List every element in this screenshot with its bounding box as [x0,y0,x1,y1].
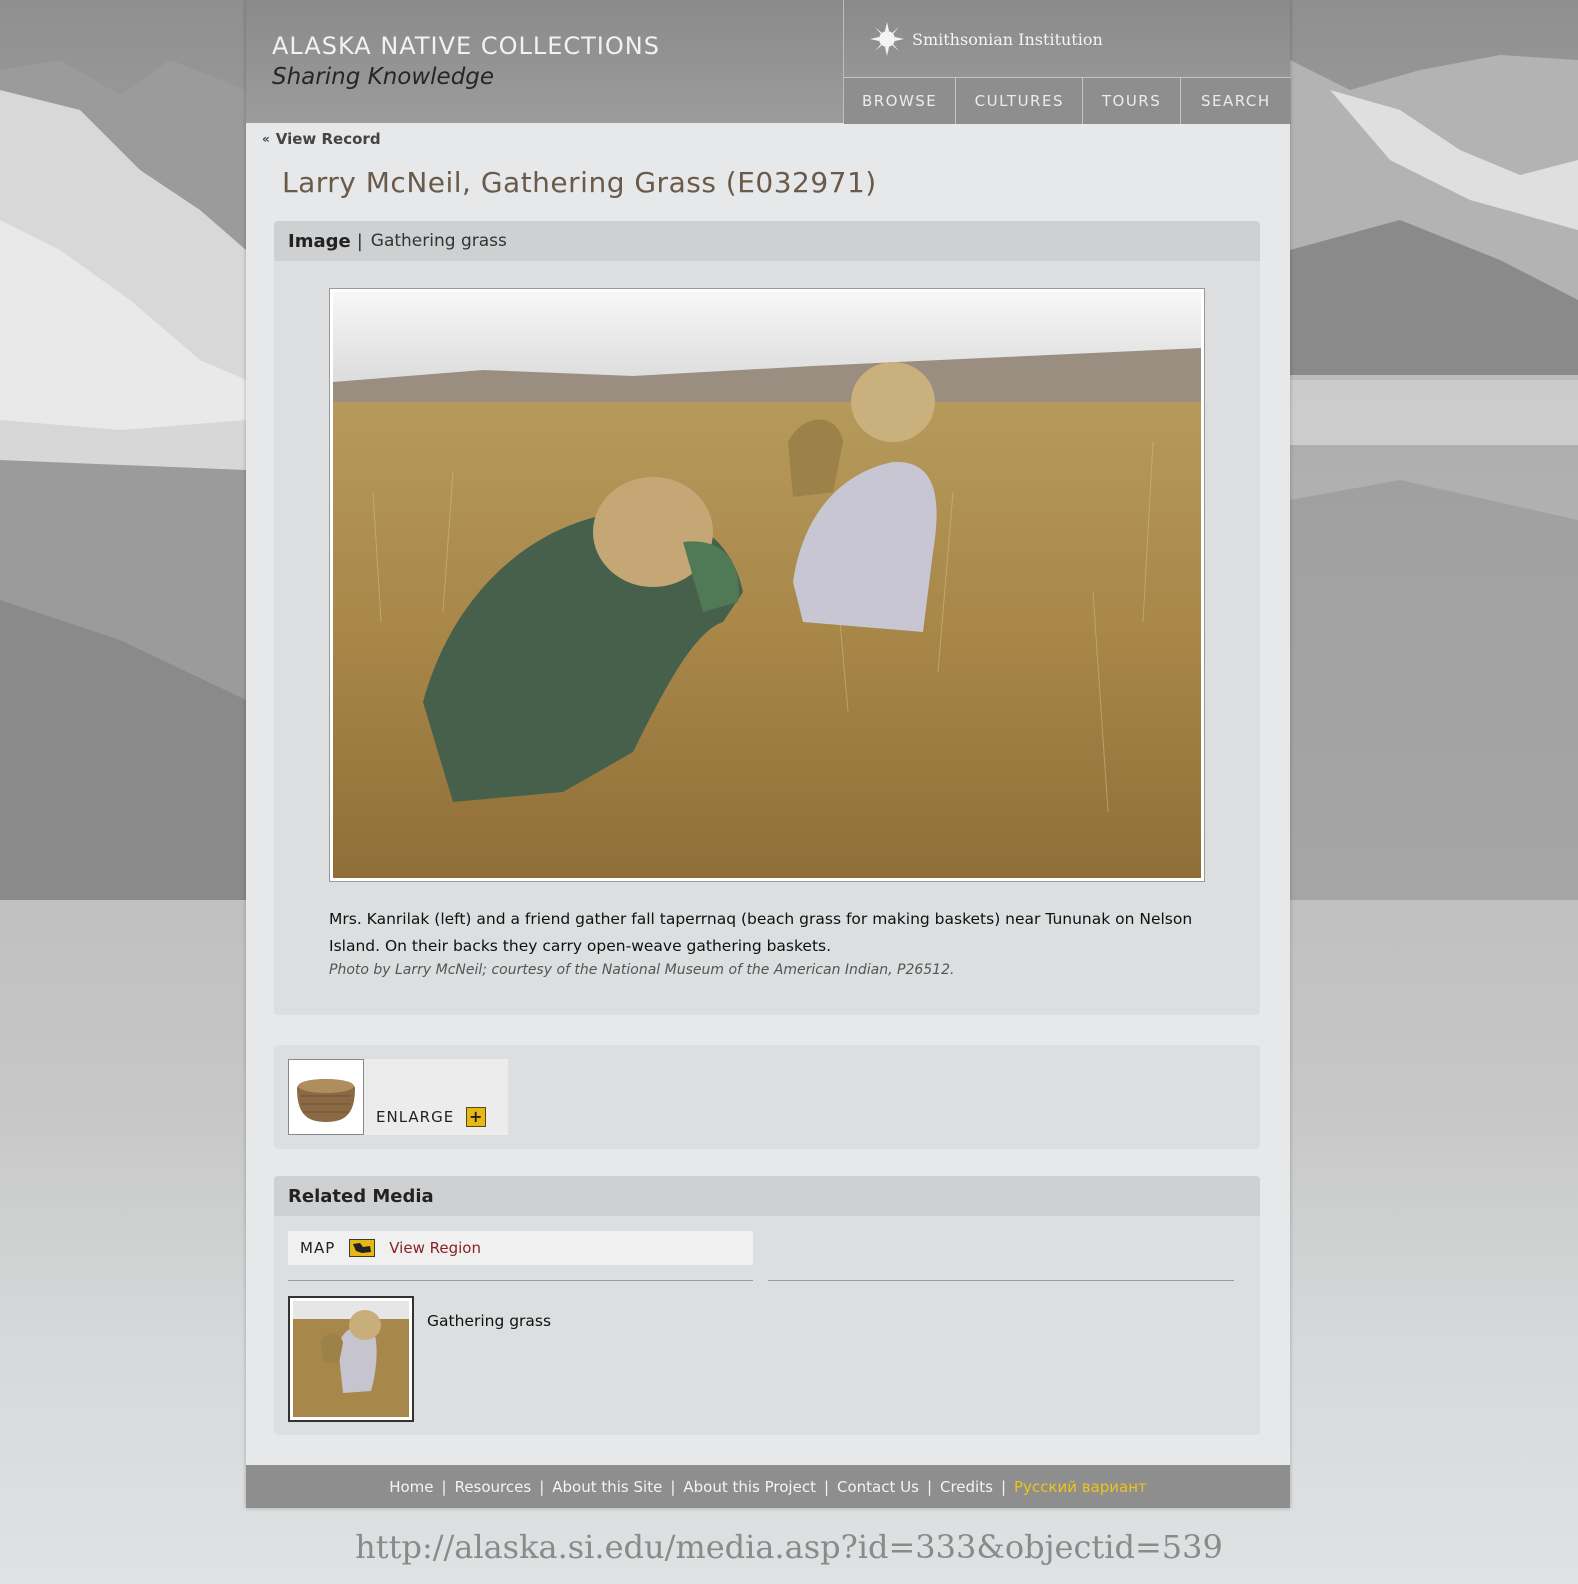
site-header: ALASKA NATIVE COLLECTIONS Sharing Knowle… [246,0,1291,124]
header-right: Smithsonian Institution BROWSE CULTURES … [843,0,1291,124]
related-media-panel: Related Media MAP View Region Gathering … [274,1176,1260,1435]
footer-separator: | [539,1477,545,1496]
footer-home[interactable]: Home [389,1478,433,1496]
footer-separator: | [926,1477,932,1496]
footer-separator: | [670,1477,676,1496]
sunburst-icon [870,22,904,56]
nav-cultures[interactable]: CULTURES [956,78,1084,124]
image-subheading: Gathering grass [370,231,507,251]
divider-left [288,1280,753,1281]
footer-resources[interactable]: Resources [455,1478,532,1496]
nav-search[interactable]: SEARCH [1180,78,1291,124]
institution-name: Smithsonian Institution [912,29,1103,49]
footer-about-site[interactable]: About this Site [552,1478,662,1496]
image-heading: Image [288,230,351,252]
footer-contact[interactable]: Contact Us [837,1478,919,1496]
footer-about-project[interactable]: About this Project [683,1478,816,1496]
image-credit: Photo by Larry McNeil; courtesy of the N… [329,962,955,978]
site-footer: Home | Resources | About this Site | Abo… [246,1465,1290,1508]
view-region-link[interactable]: View Region [389,1239,481,1257]
footer-russian-version[interactable]: Русский вариант [1014,1478,1147,1496]
site-title[interactable]: ALASKA NATIVE COLLECTIONS [272,32,660,60]
grass-field-photo [333,292,1201,878]
footer-credits[interactable]: Credits [940,1478,993,1496]
object-panel: ENLARGE + [274,1045,1260,1149]
basket-image [289,1060,363,1134]
main-photo[interactable] [329,288,1205,882]
gathering-grass-thumbnail-image [293,1301,409,1417]
divider-right [768,1280,1234,1281]
back-arrow-icon: « [262,132,270,146]
footer-separator: | [441,1477,447,1496]
image-panel: Image | Gathering grass Mrs. Kanrilak (l… [274,221,1260,1015]
footer-separator: | [1000,1477,1006,1496]
page-url-caption: http://alaska.si.edu/media.asp?id=333&ob… [355,1528,1223,1566]
map-shape [353,1243,372,1253]
nav-tours[interactable]: TOURS [1083,78,1181,124]
main-nav: BROWSE CULTURES TOURS SEARCH [844,77,1291,124]
footer-separator: | [823,1477,830,1496]
map-label: MAP [300,1239,336,1257]
object-thumbnail-box: ENLARGE + [288,1059,508,1135]
heading-separator: | [356,230,363,252]
view-record-link[interactable]: « View Record [262,130,381,148]
enlarge-label: ENLARGE [376,1108,455,1126]
related-media-heading: Related Media [288,1185,434,1207]
related-media-header: Related Media [274,1176,1260,1216]
smithsonian-logo[interactable]: Smithsonian Institution [870,22,1103,56]
related-media-title[interactable]: Gathering grass [427,1312,551,1330]
image-caption: Mrs. Kanrilak (left) and a friend gather… [329,910,1193,955]
enlarge-button[interactable]: ENLARGE + [376,1107,487,1127]
nav-browse[interactable]: BROWSE [844,78,957,124]
site-subtitle: Sharing Knowledge [272,64,495,90]
page-container: ALASKA NATIVE COLLECTIONS Sharing Knowle… [246,0,1291,1508]
page-title: Larry McNeil, Gathering Grass (E032971) [282,166,877,199]
map-row: MAP View Region [288,1231,753,1265]
map-icon[interactable] [349,1239,376,1257]
view-record-label: View Record [275,130,381,148]
related-media-thumbnail[interactable] [288,1296,414,1422]
basket-thumbnail[interactable] [288,1059,364,1135]
plus-icon: + [466,1107,487,1127]
image-panel-header: Image | Gathering grass [274,221,1260,261]
